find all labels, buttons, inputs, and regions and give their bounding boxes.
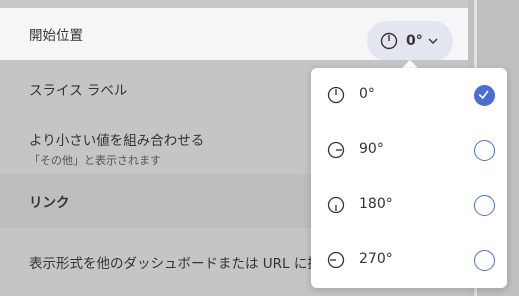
menu-option-270[interactable]: 270° xyxy=(311,233,507,288)
clock-90-icon xyxy=(327,141,345,159)
clock-180-icon xyxy=(327,196,345,214)
clock-0-icon xyxy=(380,32,398,50)
start-position-dropdown[interactable]: 0° xyxy=(367,21,453,61)
start-position-row: 開始位置 0° xyxy=(0,8,468,61)
link-row-label: 表示形式を他のダッシュボードまたは URL に接続 xyxy=(29,256,335,272)
menu-option-label: 180° xyxy=(359,196,393,212)
menu-option-0[interactable]: 0° xyxy=(311,68,507,123)
radio-unchecked[interactable] xyxy=(474,195,495,216)
radio-unchecked[interactable] xyxy=(474,140,495,161)
clock-270-icon xyxy=(327,251,345,269)
menu-option-label: 90° xyxy=(359,141,384,157)
link-heading: リンク xyxy=(29,195,70,211)
radio-unchecked[interactable] xyxy=(474,250,495,271)
menu-option-90[interactable]: 90° xyxy=(311,123,507,178)
start-position-value: 0° xyxy=(406,33,423,49)
radio-checked[interactable] xyxy=(474,85,495,106)
menu-option-label: 270° xyxy=(359,251,393,267)
chevron-down-icon xyxy=(428,38,438,44)
start-position-menu: 0° 90° 180° 270° xyxy=(311,68,507,288)
check-icon xyxy=(478,90,489,100)
clock-0-icon xyxy=(327,86,345,104)
menu-option-180[interactable]: 180° xyxy=(311,178,507,233)
slice-label: スライス ラベル xyxy=(29,82,128,99)
start-position-label: 開始位置 xyxy=(29,28,83,44)
menu-option-label: 0° xyxy=(359,86,375,102)
